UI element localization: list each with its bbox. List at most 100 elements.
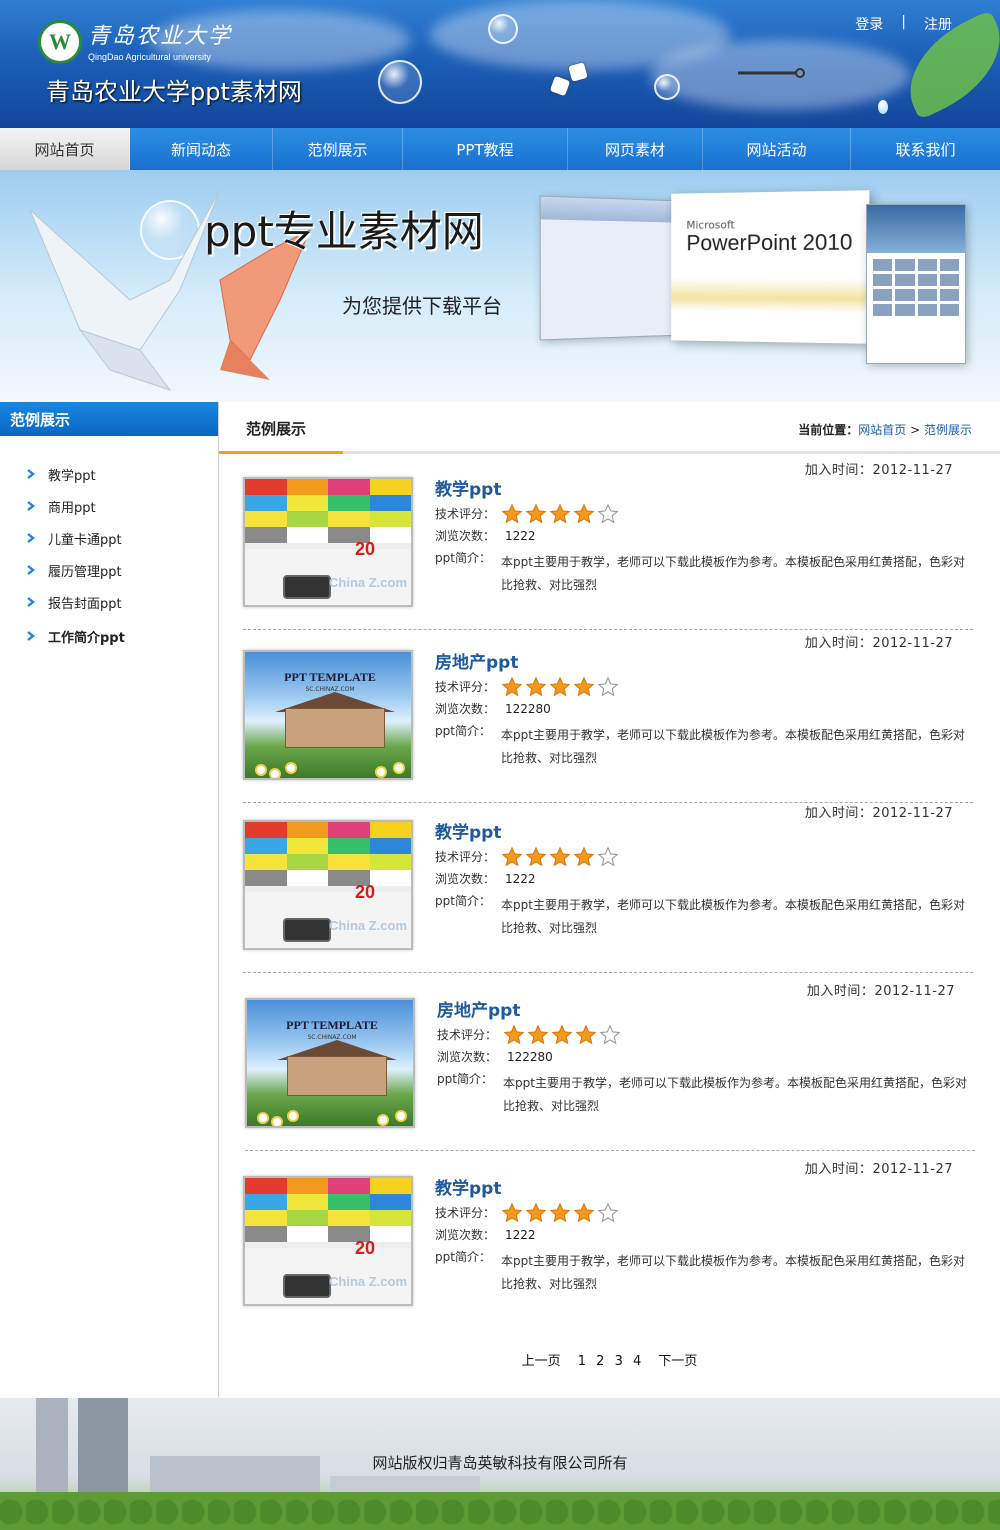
views-label: 浏览次数： [435,529,496,543]
thumbnail-title: PPT TEMPLATE [286,1018,378,1032]
views-count: 122280 [507,1050,553,1064]
title-underline [219,451,343,454]
ppt-entry: PPT TEMPLATE SC.CHINAZ.COM 加入时间：2012-11-27… [243,632,983,803]
sidebar-item-label: 履历管理ppt [48,564,122,580]
key-icon [738,68,805,78]
star-filled-icon [575,1024,597,1045]
breadcrumb-current-link[interactable]: 范例展示 [924,423,972,437]
house-graphic [287,1056,387,1096]
star-empty-icon [597,846,619,867]
chevron-right-icon [27,501,35,511]
star-filled-icon [573,1202,595,1223]
star-rating [501,503,619,525]
ppt-thumbnail[interactable]: 20 China Z.com [243,820,413,950]
prev-page-link[interactable]: 上一页 [522,1354,561,1369]
copyright-text: 网站版权归青岛英敏科技有限公司所有 [372,1454,628,1472]
ppt-entry: PPT TEMPLATE SC.CHINAZ.COM 加入时间：2012-11-27… [245,980,985,1151]
ppt-title-link[interactable]: 房地产ppt [435,648,518,673]
screenshot-website [866,204,966,364]
sidebar-item-kids-cartoon[interactable]: 儿童卡通ppt [0,522,218,554]
banner-title: ppt专业素材网 [204,207,484,256]
star-filled-icon [501,846,523,867]
star-filled-icon [573,503,595,524]
breadcrumb-home-link[interactable]: 网站首页 [858,423,906,437]
ppt-description: 本ppt主要用于教学，老师可以下载此模板作为参考。本模板配色采用红黄搭配，色彩对… [501,898,965,935]
ppt-thumbnail[interactable]: PPT TEMPLATE SC.CHINAZ.COM [245,998,415,1128]
bubble-decoration [378,60,422,104]
star-filled-icon [573,676,595,697]
sidebar-item-work-intro[interactable]: 工作简介ppt [0,620,218,652]
sidebar-item-business[interactable]: 商用ppt [0,490,218,522]
powerpoint-box: Microsoft PowerPoint 2010 [671,190,870,344]
daisy-graphic [375,766,387,778]
ppt-title-link[interactable]: 教学ppt [435,1174,501,1199]
ppt-thumbnail[interactable]: 20 China Z.com [243,1176,413,1306]
dice-icon [549,75,571,97]
screenshot-app-window [539,195,676,341]
nav-item-examples[interactable]: 范例展示 [273,128,403,170]
register-link[interactable]: 注册 [924,14,952,34]
sidebar-item-report-cover[interactable]: 报告封面ppt [0,586,218,618]
added-date: 加入时间：2012-11-27 [804,463,953,478]
ppt-description: 本ppt主要用于教学，老师可以下载此模板作为参考。本模板配色采用红黄搭配，色彩对… [501,1254,965,1291]
chevron-right-icon [27,469,35,479]
star-rating [501,846,619,868]
nav-item-news[interactable]: 新闻动态 [130,128,273,170]
nav-item-home[interactable]: 网站首页 [0,128,130,170]
top-links: 登录 | 注册 [855,14,952,34]
intro-label: ppt简介： [435,724,491,738]
rating-label: 技术评分： [435,1206,496,1220]
star-filled-icon [549,676,571,697]
star-empty-icon [597,1202,619,1223]
sidebar-item-resume[interactable]: 履历管理ppt [0,554,218,586]
intro-label: ppt简介： [435,551,491,565]
added-date: 加入时间：2012-11-27 [804,636,953,651]
building-decoration [36,1398,68,1498]
university-logo: W [38,20,82,64]
content-header: 范例展示 当前位置：网站首页 > 范例展示 [219,402,1000,454]
content-title: 范例展示 [246,420,307,438]
next-page-link[interactable]: 下一页 [658,1354,697,1369]
daisy-graphic [269,768,281,778]
page-link[interactable]: 4 [633,1354,641,1369]
sign-graphic [283,575,331,599]
page-link[interactable]: 1 [578,1354,586,1369]
nav-item-activities[interactable]: 网站活动 [703,128,851,170]
ppt-title-link[interactable]: 教学ppt [435,818,501,843]
nav-item-ppt-tutorial[interactable]: PPT教程 [403,128,568,170]
views-count: 1222 [505,1228,536,1242]
banner-subtitle: 为您提供下载平台 [342,294,502,318]
ppt-title-link[interactable]: 房地产ppt [437,996,520,1021]
ppt-thumbnail[interactable]: PPT TEMPLATE SC.CHINAZ.COM [243,650,413,780]
entry-divider [243,629,973,630]
daisy-graphic [285,762,297,774]
star-filled-icon [501,676,523,697]
star-rating [501,676,619,698]
site-title: 青岛农业大学ppt素材网 [46,78,302,106]
breadcrumb: 当前位置：网站首页 > 范例展示 [798,421,972,438]
sidebar-item-label: 报告封面ppt [48,596,122,612]
ppt-thumbnail[interactable]: 20 China Z.com [243,477,413,607]
page-link[interactable]: 3 [615,1354,623,1369]
nav-item-contact[interactable]: 联系我们 [851,128,1000,170]
chevron-right-icon [27,565,35,575]
school-name-cn: 青岛农业大学 [88,24,233,49]
sidebar-item-teaching[interactable]: 教学ppt [0,458,218,490]
breadcrumb-label: 当前位置： [798,423,859,437]
school-name-en: QingDao Agricultural university [88,52,212,62]
product-name: PowerPoint 2010 [686,229,853,256]
breadcrumb-separator: > [910,423,921,437]
rating-label: 技术评分： [437,1028,498,1042]
main-nav: 网站首页 新闻动态 范例展示 PPT教程 网页素材 网站活动 联系我们 [0,128,1000,170]
ppt-description: 本ppt主要用于教学，老师可以下载此模板作为参考。本模板配色采用红黄搭配，色彩对… [501,555,965,592]
star-filled-icon [503,1024,525,1045]
ppt-title-link[interactable]: 教学ppt [435,475,501,500]
login-link[interactable]: 登录 [855,14,883,34]
sidebar: 范例展示 教学ppt 商用ppt 儿童卡通ppt 履历管理ppt 报告封面ppt… [0,402,219,1398]
bubble-decoration [654,74,680,100]
page-link[interactable]: 2 [596,1354,604,1369]
ppt-entry: 20 China Z.com 加入时间：2012-11-27 教学ppt 技术评分： 浏览… [243,802,983,973]
star-filled-icon [549,846,571,867]
nav-item-web-assets[interactable]: 网页素材 [568,128,703,170]
chevron-right-icon [27,597,35,607]
